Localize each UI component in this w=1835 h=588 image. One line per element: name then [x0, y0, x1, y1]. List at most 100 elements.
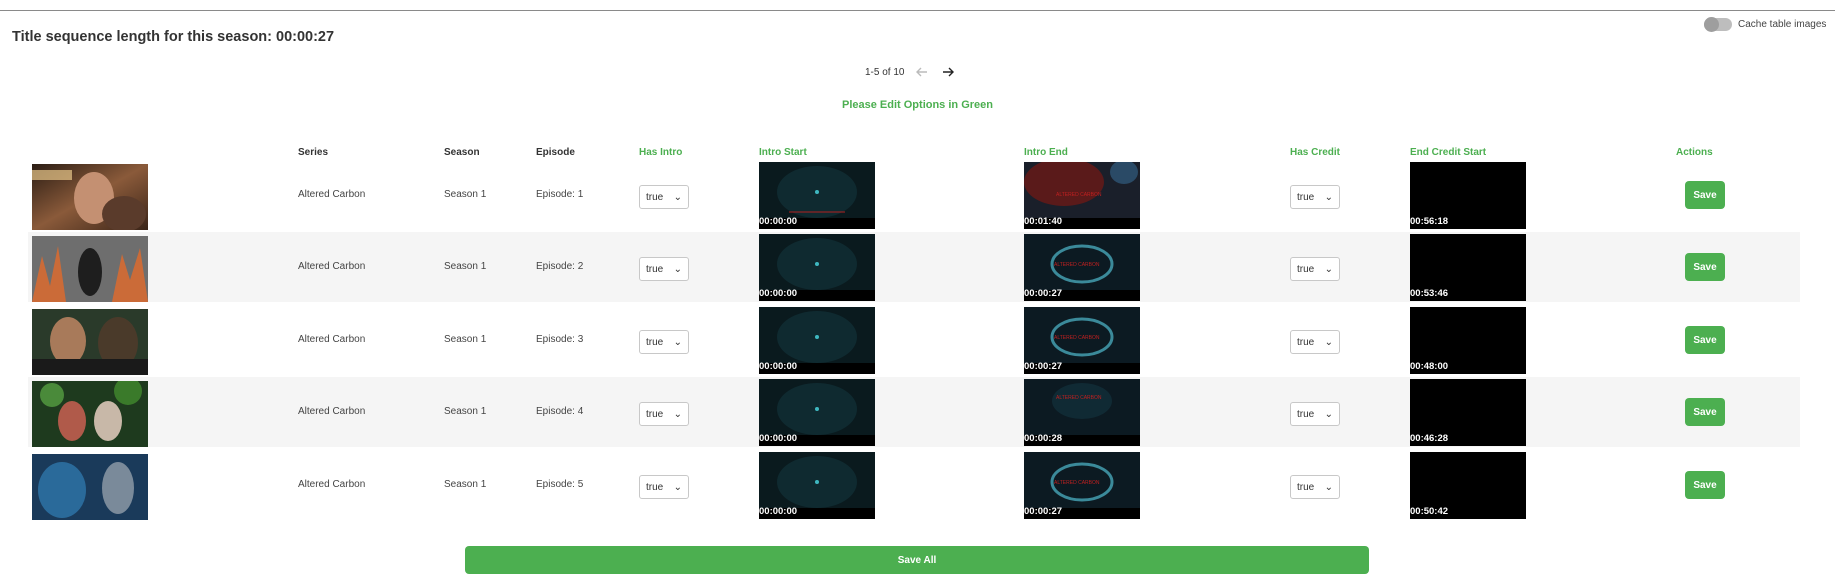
end-credit-time: 00:48:00	[1410, 361, 1449, 372]
col-header-has-credit: Has Credit	[1290, 147, 1341, 158]
save-all-button[interactable]: Save All	[465, 546, 1369, 574]
table-row: Altered Carbon Season 1 Episode: 2 true ⌄…	[28, 232, 1800, 302]
cell-episode: Episode: 1	[536, 189, 584, 200]
col-header-episode: Episode	[536, 147, 575, 158]
intro-end-time: 00:00:27	[1024, 361, 1063, 372]
episode-thumbnail	[32, 454, 148, 520]
arrow-left-icon[interactable]	[914, 64, 930, 80]
col-header-has-intro: Has Intro	[639, 147, 683, 158]
save-button[interactable]: Save	[1685, 181, 1725, 209]
intro-end-frame[interactable]: ALTERED CARBON 00:00:27	[1024, 452, 1140, 519]
end-credit-frame[interactable]: 00:50:42	[1410, 452, 1526, 519]
save-button[interactable]: Save	[1685, 471, 1725, 499]
has-credit-select[interactable]: true ⌄	[1290, 475, 1340, 499]
cell-season: Season 1	[444, 334, 487, 345]
intro-start-frame[interactable]: 00:00:00	[759, 452, 875, 519]
end-credit-time: 00:46:28	[1410, 433, 1449, 444]
pagination: 1-5 of 10	[865, 64, 956, 80]
episode-thumbnail	[32, 381, 148, 447]
top-divider	[0, 10, 1835, 11]
intro-start-time: 00:00:00	[759, 433, 798, 444]
page-title: Title sequence length for this season: 0…	[12, 29, 335, 45]
select-value: true	[646, 481, 664, 493]
intro-start-frame[interactable]: 00:00:00	[759, 162, 875, 229]
save-button[interactable]: Save	[1685, 326, 1725, 354]
intro-start-frame[interactable]: 00:00:00	[759, 307, 875, 374]
cache-toggle-label: Cache table images	[1738, 19, 1827, 30]
chevron-down-icon: ⌄	[673, 336, 682, 348]
intro-start-time: 00:00:00	[759, 288, 798, 299]
intro-end-frame[interactable]: ALTERED CARBON 00:01:40	[1024, 162, 1140, 229]
intro-end-time: 00:00:28	[1024, 433, 1063, 444]
end-credit-frame[interactable]: 00:53:46	[1410, 234, 1526, 301]
end-credit-time: 00:50:42	[1410, 506, 1449, 517]
chevron-down-icon: ⌄	[1324, 336, 1333, 348]
cache-toggle[interactable]: Cache table images	[1704, 17, 1827, 32]
end-credit-frame[interactable]: 00:46:28	[1410, 379, 1526, 446]
has-intro-select[interactable]: true ⌄	[639, 185, 689, 209]
cache-toggle-switch[interactable]	[1704, 17, 1732, 32]
has-credit-select[interactable]: true ⌄	[1290, 185, 1340, 209]
intro-start-time: 00:00:00	[759, 361, 798, 372]
episode-thumbnail	[32, 309, 148, 375]
chevron-down-icon: ⌄	[673, 191, 682, 203]
select-value: true	[1297, 263, 1315, 275]
has-credit-select[interactable]: true ⌄	[1290, 330, 1340, 354]
chevron-down-icon: ⌄	[1324, 408, 1333, 420]
col-header-end-credit-start: End Credit Start	[1410, 147, 1487, 158]
table-row: Altered Carbon Season 1 Episode: 1 true ⌄…	[28, 160, 1800, 230]
col-header-intro-end: Intro End	[1024, 147, 1068, 158]
col-header-actions: Actions	[1676, 147, 1713, 158]
select-value: true	[1297, 336, 1315, 348]
end-credit-frame[interactable]: 00:48:00	[1410, 307, 1526, 374]
table-row: Altered Carbon Season 1 Episode: 4 true ⌄…	[28, 377, 1800, 447]
intro-start-frame[interactable]: 00:00:00	[759, 379, 875, 446]
cell-series: Altered Carbon	[298, 406, 366, 417]
chevron-down-icon: ⌄	[673, 408, 682, 420]
chevron-down-icon: ⌄	[1324, 481, 1333, 493]
end-credit-time: 00:56:18	[1410, 216, 1449, 227]
select-value: true	[1297, 481, 1315, 493]
table-row: Altered Carbon Season 1 Episode: 5 true ⌄…	[28, 450, 1800, 520]
intro-start-time: 00:00:00	[759, 216, 798, 227]
select-value: true	[1297, 408, 1315, 420]
has-credit-select[interactable]: true ⌄	[1290, 257, 1340, 281]
svg-text:ALTERED CARBON: ALTERED CARBON	[1056, 192, 1102, 198]
cell-series: Altered Carbon	[298, 189, 366, 200]
toggle-knob	[1704, 17, 1719, 32]
cell-episode: Episode: 2	[536, 261, 584, 272]
col-header-intro-start: Intro Start	[759, 147, 807, 158]
intro-end-frame[interactable]: ALTERED CARBON 00:00:28	[1024, 379, 1140, 446]
chevron-down-icon: ⌄	[673, 481, 682, 493]
svg-text:ALTERED CARBON: ALTERED CARBON	[1054, 480, 1100, 486]
end-credit-frame[interactable]: 00:56:18	[1410, 162, 1526, 229]
cell-series: Altered Carbon	[298, 261, 366, 272]
chevron-down-icon: ⌄	[673, 263, 682, 275]
has-intro-select[interactable]: true ⌄	[639, 330, 689, 354]
intro-end-time: 00:00:27	[1024, 288, 1063, 299]
col-header-season: Season	[444, 147, 480, 158]
has-intro-select[interactable]: true ⌄	[639, 475, 689, 499]
save-button[interactable]: Save	[1685, 253, 1725, 281]
edit-note: Please Edit Options in Green	[842, 99, 993, 111]
intro-start-frame[interactable]: 00:00:00	[759, 234, 875, 301]
has-intro-select[interactable]: true ⌄	[639, 257, 689, 281]
svg-text:ALTERED CARBON: ALTERED CARBON	[1054, 262, 1100, 268]
svg-text:ALTERED CARBON: ALTERED CARBON	[1056, 395, 1102, 401]
cell-series: Altered Carbon	[298, 334, 366, 345]
has-intro-select[interactable]: true ⌄	[639, 402, 689, 426]
select-value: true	[646, 408, 664, 420]
cell-episode: Episode: 5	[536, 479, 584, 490]
chevron-down-icon: ⌄	[1324, 191, 1333, 203]
save-button[interactable]: Save	[1685, 398, 1725, 426]
episode-thumbnail	[32, 236, 148, 302]
cell-episode: Episode: 4	[536, 406, 584, 417]
intro-end-frame[interactable]: ALTERED CARBON 00:00:27	[1024, 307, 1140, 374]
has-credit-select[interactable]: true ⌄	[1290, 402, 1340, 426]
cell-series: Altered Carbon	[298, 479, 366, 490]
table-row: Altered Carbon Season 1 Episode: 3 true ⌄…	[28, 305, 1800, 375]
cell-season: Season 1	[444, 479, 487, 490]
arrow-right-icon[interactable]	[940, 64, 956, 80]
intro-end-frame[interactable]: ALTERED CARBON 00:00:27	[1024, 234, 1140, 301]
col-header-series: Series	[298, 147, 329, 158]
